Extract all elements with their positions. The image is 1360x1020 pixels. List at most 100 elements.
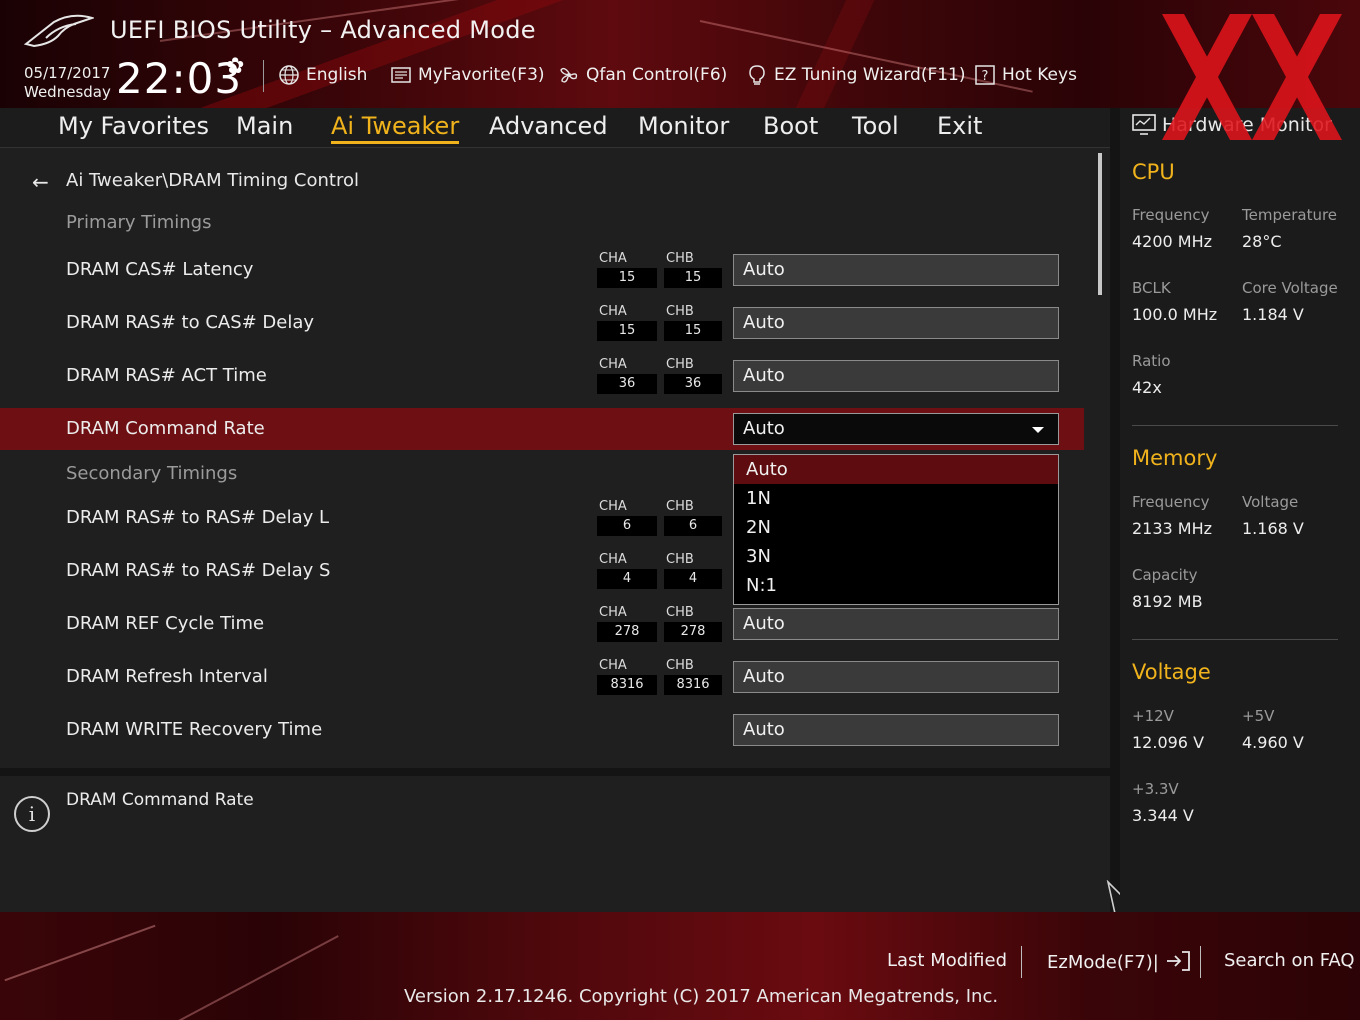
gear-icon[interactable]: ✿ bbox=[226, 54, 244, 79]
main-tabs: My Favorites Main Ai Tweaker Advanced Mo… bbox=[0, 108, 1110, 148]
channel-a-readout: CHA 15 bbox=[597, 251, 657, 288]
divider bbox=[1200, 946, 1201, 978]
divider bbox=[1021, 946, 1022, 978]
ref-cycle-time-input[interactable]: Auto bbox=[733, 608, 1059, 640]
bclk-value: 100.0 MHz bbox=[1132, 305, 1218, 324]
setting-row-ras-to-cas-delay[interactable]: DRAM RAS# to CAS# Delay CHA 15 CHB 15 Au… bbox=[0, 302, 1084, 344]
tab-boot[interactable]: Boot bbox=[763, 112, 818, 140]
setting-row-ras-act-time[interactable]: DRAM RAS# ACT Time CHA 36 CHB 36 Auto bbox=[0, 355, 1084, 397]
help-box-icon: ? bbox=[975, 65, 995, 85]
ezmode-button[interactable]: EzMode(F7)| bbox=[1047, 950, 1191, 973]
setting-label: DRAM RAS# to RAS# Delay S bbox=[66, 560, 331, 581]
tab-monitor[interactable]: Monitor bbox=[638, 112, 729, 140]
channel-b-readout: CHB 36 bbox=[664, 357, 724, 394]
channel-b-label: CHB bbox=[666, 658, 694, 673]
svg-text:?: ? bbox=[982, 69, 989, 84]
last-modified-button[interactable]: Last Modified bbox=[887, 950, 1007, 971]
info-icon: i bbox=[14, 796, 50, 832]
tab-main[interactable]: Main bbox=[236, 112, 293, 140]
v5-value: 4.960 V bbox=[1242, 733, 1304, 752]
setting-label: DRAM RAS# ACT Time bbox=[66, 365, 267, 386]
dropdown-option-3n[interactable]: 3N bbox=[734, 542, 1058, 571]
memory-frequency-value: 2133 MHz bbox=[1132, 519, 1213, 538]
favorite-icon bbox=[391, 67, 411, 83]
secondary-timings-heading: Secondary Timings bbox=[66, 463, 238, 484]
cpu-temperature-value: 28°C bbox=[1242, 232, 1282, 251]
divider bbox=[263, 60, 264, 92]
qfan-control-button[interactable]: Qfan Control(F6) bbox=[558, 64, 727, 86]
channel-b-readout: CHB 278 bbox=[664, 605, 724, 642]
decor-streak bbox=[4, 924, 156, 982]
command-rate-value: Auto bbox=[743, 418, 785, 439]
ratio-value: 42x bbox=[1132, 378, 1162, 397]
setting-row-cas-latency[interactable]: DRAM CAS# Latency CHA 15 CHB 15 Auto bbox=[0, 249, 1084, 291]
command-rate-select[interactable]: Auto bbox=[733, 413, 1059, 445]
command-rate-dropdown: Auto 1N 2N 3N N:1 bbox=[733, 454, 1059, 605]
setting-row-refresh-interval[interactable]: DRAM Refresh Interval CHA 8316 CHB 8316 … bbox=[0, 656, 1084, 698]
tab-tool[interactable]: Tool bbox=[852, 112, 899, 140]
setting-row-ref-cycle-time[interactable]: DRAM REF Cycle Time CHA 278 CHB 278 Auto bbox=[0, 603, 1084, 645]
back-arrow-icon[interactable]: ← bbox=[32, 170, 49, 194]
channel-a-label: CHA bbox=[599, 605, 627, 620]
tab-exit[interactable]: Exit bbox=[937, 112, 982, 140]
channel-b-label: CHB bbox=[666, 251, 694, 266]
dropdown-option-2n[interactable]: 2N bbox=[734, 513, 1058, 542]
clock: 22:03 bbox=[116, 54, 243, 103]
memory-frequency-label: Frequency bbox=[1132, 493, 1210, 511]
app-title: UEFI BIOS Utility – Advanced Mode bbox=[110, 16, 536, 44]
tab-advanced[interactable]: Advanced bbox=[489, 112, 608, 140]
qfan-label: Qfan Control(F6) bbox=[586, 65, 728, 85]
setting-label: DRAM Refresh Interval bbox=[66, 666, 268, 687]
bclk-label: BCLK bbox=[1132, 279, 1171, 297]
channel-a-value: 36 bbox=[597, 374, 657, 394]
setting-row-command-rate[interactable]: DRAM Command Rate Auto bbox=[0, 408, 1084, 450]
channel-b-label: CHB bbox=[666, 304, 694, 319]
ras-act-time-input[interactable]: Auto bbox=[733, 360, 1059, 392]
channel-b-label: CHB bbox=[666, 499, 694, 514]
channel-b-value: 15 bbox=[664, 321, 722, 341]
chevron-down-icon bbox=[1032, 427, 1044, 433]
channel-b-label: CHB bbox=[666, 605, 694, 620]
channel-b-readout: CHB 15 bbox=[664, 304, 724, 341]
myfavorite-label: MyFavorite(F3) bbox=[418, 65, 545, 85]
fan-icon bbox=[560, 67, 578, 83]
tab-ai-tweaker[interactable]: Ai Tweaker bbox=[331, 112, 460, 144]
channel-a-label: CHA bbox=[599, 304, 627, 319]
cas-latency-input[interactable]: Auto bbox=[733, 254, 1059, 286]
cpu-temperature-label: Temperature bbox=[1242, 206, 1338, 224]
ratio-label: Ratio bbox=[1132, 352, 1171, 370]
v33-value: 3.344 V bbox=[1132, 806, 1194, 825]
channel-a-value: 4 bbox=[597, 569, 657, 589]
date-text: 05/17/2017 bbox=[24, 64, 111, 82]
globe-icon bbox=[279, 65, 299, 85]
v33-label: +3.3V bbox=[1132, 780, 1179, 798]
ez-tuning-wizard-button[interactable]: EZ Tuning Wizard(F11) bbox=[746, 64, 966, 86]
language-button[interactable]: English bbox=[278, 64, 367, 86]
write-recovery-time-input[interactable]: Auto bbox=[733, 714, 1059, 746]
cpu-heading: CPU bbox=[1132, 160, 1175, 184]
channel-b-value: 15 bbox=[664, 268, 722, 288]
channel-a-value: 6 bbox=[597, 516, 657, 536]
channel-b-value: 4 bbox=[664, 569, 722, 589]
search-faq-button[interactable]: Search on FAQ bbox=[1224, 950, 1355, 971]
core-voltage-label: Core Voltage bbox=[1242, 279, 1338, 297]
channel-b-label: CHB bbox=[666, 552, 694, 567]
hot-keys-button[interactable]: ? Hot Keys bbox=[974, 64, 1077, 86]
refresh-interval-input[interactable]: Auto bbox=[733, 661, 1059, 693]
settings-scrollbar[interactable] bbox=[1098, 153, 1102, 295]
channel-b-label: CHB bbox=[666, 357, 694, 372]
dropdown-option-n1[interactable]: N:1 bbox=[734, 571, 1058, 600]
memory-voltage-label: Voltage bbox=[1242, 493, 1299, 511]
channel-a-value: 15 bbox=[597, 321, 657, 341]
memory-voltage-value: 1.168 V bbox=[1242, 519, 1304, 538]
channel-a-readout: CHA 6 bbox=[597, 499, 657, 536]
channel-b-value: 278 bbox=[664, 622, 722, 642]
ras-to-cas-delay-input[interactable]: Auto bbox=[733, 307, 1059, 339]
dropdown-option-1n[interactable]: 1N bbox=[734, 484, 1058, 513]
ez-tuning-label: EZ Tuning Wizard(F11) bbox=[774, 65, 966, 85]
dropdown-option-auto[interactable]: Auto bbox=[734, 455, 1058, 484]
tab-my-favorites[interactable]: My Favorites bbox=[58, 112, 209, 140]
myfavorite-button[interactable]: MyFavorite(F3) bbox=[390, 64, 545, 86]
setting-label: DRAM REF Cycle Time bbox=[66, 613, 265, 634]
setting-row-write-recovery-time[interactable]: DRAM WRITE Recovery Time Auto bbox=[0, 709, 1084, 751]
